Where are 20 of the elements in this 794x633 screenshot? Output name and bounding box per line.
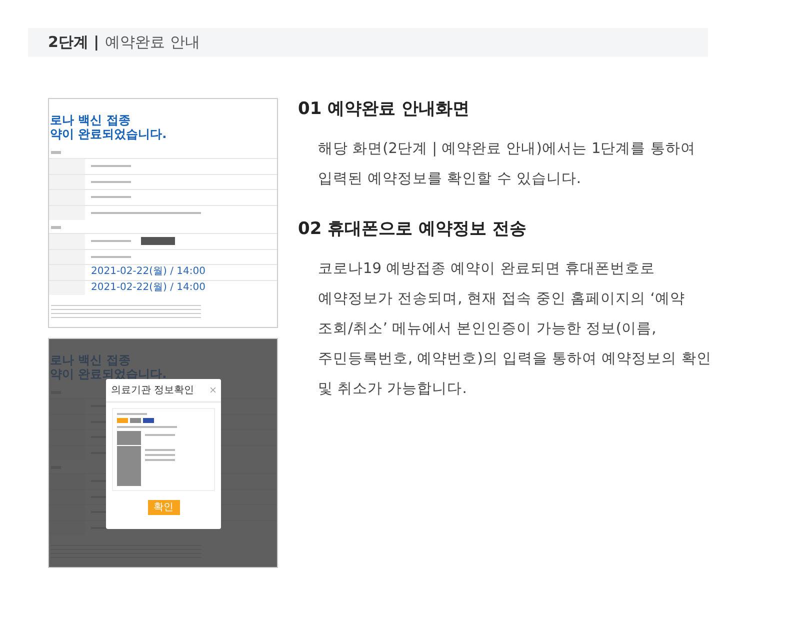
text-placeholder-bar	[91, 256, 131, 258]
confirm-button[interactable]: 확인	[148, 500, 180, 515]
description-paragraph: 해당 화면(2단계 | 예약완료 안내)에서는 1단계를 통하여 입력된 예약정보를 확인할 수 있습니다.	[317, 140, 696, 189]
date-text: 2021-02-22(월) / 14:00	[91, 266, 206, 278]
section-title: 예약완료 안내	[105, 33, 200, 52]
text-placeholder-bar	[91, 196, 131, 198]
text-placeholder-bar	[91, 240, 131, 242]
section-label-bar	[51, 226, 61, 229]
text-placeholder-bar	[91, 180, 131, 183]
close-icon[interactable]	[210, 387, 216, 393]
section-heading: 01 예약완료 안내화면	[298, 98, 470, 120]
step-label: 2단계 |	[48, 33, 100, 52]
small-button-shape	[141, 237, 175, 246]
headline-text: 로나 백신 접종 약이 완료되었습니다.	[50, 113, 168, 141]
modal-title: 의료기관 정보확인	[111, 384, 194, 397]
text-placeholder-bar	[91, 165, 131, 168]
section-label-bar	[51, 151, 61, 154]
section-heading: 02 휴대폰으로 예약정보 전송	[298, 218, 528, 240]
date-text: 2021-02-22(월) / 14:00	[91, 282, 206, 294]
description-paragraph: 코로나19 예방접종 예약이 완료되면 휴대폰번호로 예약정보가 전송되며, 현재 접속 중인 홈페이지의 ‘예약 조회/취소’ 메뉴에서 본인인증이 가능한 정보(이름, 주민등록번호, 예약번호)의 입력을 통하여 예약정보의 확인 및 취소가 가능합니다.	[317, 260, 712, 399]
